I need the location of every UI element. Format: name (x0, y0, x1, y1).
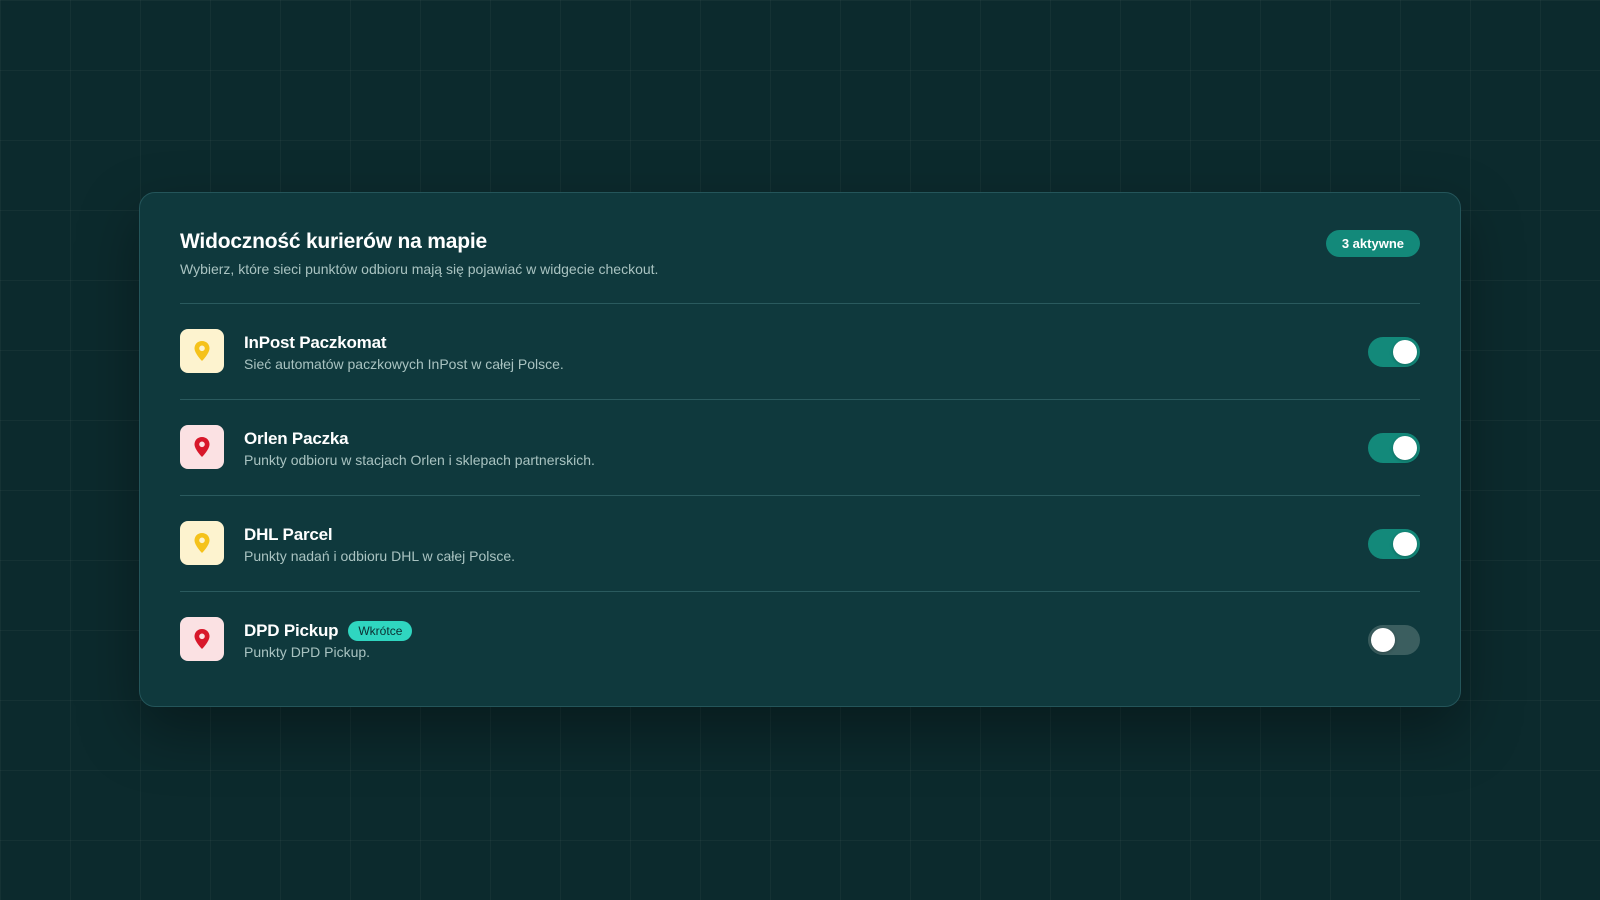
dhl-map-pin-icon (180, 521, 224, 565)
courier-row-dhl: DHL Parcel Punkty nadań i odbioru DHL w … (180, 495, 1420, 591)
courier-name: DPD Pickup (244, 621, 339, 640)
inpost-visibility-toggle[interactable] (1368, 337, 1420, 367)
toggle-knob (1393, 340, 1417, 364)
courier-description: Punkty odbioru w stacjach Orlen i sklepa… (244, 452, 595, 468)
courier-name: DHL Parcel (244, 525, 333, 544)
orlen-map-pin-icon (180, 425, 224, 469)
panel-subtitle: Wybierz, które sieci punktów odbioru maj… (180, 261, 659, 277)
courier-row-inpost: InPost Paczkomat Sieć automatów paczkowy… (180, 303, 1420, 399)
courier-row-orlen: Orlen Paczka Punkty odbioru w stacjach O… (180, 399, 1420, 495)
panel-header: Widoczność kurierów na mapie Wybierz, kt… (180, 229, 1420, 278)
courier-list: InPost Paczkomat Sieć automatów paczkowy… (180, 303, 1420, 687)
courier-text: DHL Parcel Punkty nadań i odbioru DHL w … (244, 524, 515, 565)
inpost-map-pin-icon (180, 329, 224, 373)
courier-name: Orlen Paczka (244, 429, 349, 448)
courier-text: DPD Pickup Wkrótce Punkty DPD Pickup. (244, 620, 413, 661)
courier-description: Sieć automatów paczkowych InPost w całej… (244, 356, 564, 372)
active-count-badge: 3 aktywne (1325, 230, 1420, 257)
toggle-knob (1371, 628, 1395, 652)
courier-text: Orlen Paczka Punkty odbioru w stacjach O… (244, 428, 595, 469)
coming-soon-badge: Wkrótce (348, 621, 413, 641)
courier-text: InPost Paczkomat Sieć automatów paczkowy… (244, 332, 564, 373)
toggle-knob (1393, 436, 1417, 460)
panel-title: Widoczność kurierów na mapie (180, 230, 487, 253)
dhl-visibility-toggle[interactable] (1368, 529, 1420, 559)
courier-name: InPost Paczkomat (244, 333, 387, 352)
dpd-map-pin-icon (180, 617, 224, 661)
courier-description: Punkty nadań i odbioru DHL w całej Polsc… (244, 548, 516, 564)
toggle-knob (1393, 532, 1417, 556)
dpd-visibility-toggle[interactable] (1368, 625, 1420, 655)
courier-row-dpd: DPD Pickup Wkrótce Punkty DPD Pickup. (180, 591, 1420, 687)
courier-visibility-panel: Widoczność kurierów na mapie Wybierz, kt… (139, 192, 1461, 707)
orlen-visibility-toggle[interactable] (1368, 433, 1420, 463)
courier-description: Punkty DPD Pickup. (244, 644, 371, 660)
